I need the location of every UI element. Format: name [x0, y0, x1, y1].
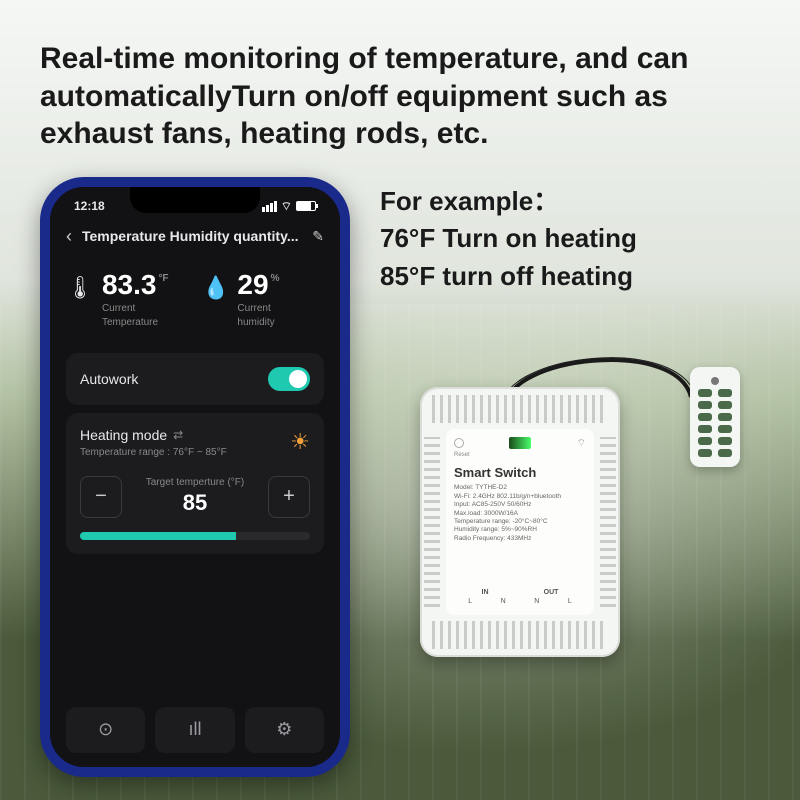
sensor-module	[690, 367, 740, 467]
temperature-metric: 🌡 83.3 °F Current Temperature	[66, 269, 188, 329]
sensor-lens-icon	[711, 377, 719, 385]
thermometer-icon: 🌡	[66, 275, 94, 301]
target-value: 85	[146, 490, 244, 516]
target-progress[interactable]	[80, 532, 310, 540]
example-line1: 76°F Turn on heating	[380, 220, 760, 258]
autowork-toggle[interactable]	[268, 367, 310, 391]
example-line2: 85°F turn off heating	[380, 258, 760, 296]
temperature-label1: Current	[102, 303, 169, 315]
spec-temp: Temperature range: -20°C~80°C	[454, 518, 586, 526]
spec-load: Max.load: 3000W/16A	[454, 510, 586, 518]
autowork-card: Autowork	[66, 353, 324, 405]
app-screen: 12:18 ⌔ ‹ Temperature Humidity quantity.…	[50, 187, 340, 767]
spec-hum: Humidity range: 5%~90%RH	[454, 526, 586, 534]
mode-range: Temperature range : 76°F ~ 85°F	[80, 447, 227, 458]
io-in-l: L	[468, 597, 472, 606]
humidity-unit: %	[271, 273, 280, 284]
autowork-label: Autowork	[80, 371, 138, 387]
headline: Real-time monitoring of temperature, and…	[40, 40, 760, 153]
phone-mockup: 12:18 ⌔ ‹ Temperature Humidity quantity.…	[40, 177, 350, 777]
humidity-metric: 💧 29 % Current humidity	[202, 269, 324, 329]
spec-model: Model: TYTHE-D2	[454, 484, 586, 492]
decrease-button[interactable]: −	[80, 476, 122, 518]
reset-button[interactable]	[454, 438, 464, 448]
spec-input: Input: AC85-250V 50/60Hz	[454, 501, 586, 509]
io-in-n: N	[501, 597, 506, 606]
heating-mode-card: Heating mode ⇄ Temperature range : 76°F …	[66, 413, 324, 554]
bottom-nav: ⊙ ıll ⚙	[66, 707, 324, 753]
temperature-label2: Temperature	[102, 317, 169, 329]
phone-notch	[130, 187, 260, 213]
io-out-n: N	[534, 597, 539, 606]
wifi-icon: ⌔	[281, 199, 292, 214]
io-in: IN	[482, 588, 489, 597]
mode-title: Heating mode	[80, 427, 167, 443]
nav-stats-button[interactable]: ıll	[155, 707, 234, 753]
sun-icon: ☀	[290, 429, 310, 455]
nav-timer-button[interactable]: ⊙	[66, 707, 145, 753]
back-icon[interactable]: ‹	[66, 226, 72, 247]
edit-icon[interactable]: ✎	[312, 228, 324, 245]
io-out: OUT	[544, 588, 559, 597]
page-title: Temperature Humidity quantity...	[82, 228, 302, 244]
status-icons: ⌔	[262, 199, 316, 214]
battery-icon	[296, 201, 316, 211]
status-led-icon	[509, 437, 531, 449]
nav-settings-button[interactable]: ⚙	[245, 707, 324, 753]
signal-icon	[262, 201, 277, 212]
increase-button[interactable]: +	[268, 476, 310, 518]
example-title: For example：	[380, 183, 760, 221]
title-bar: ‹ Temperature Humidity quantity... ✎	[66, 220, 324, 261]
swap-icon[interactable]: ⇄	[173, 428, 183, 442]
target-label: Target temperture (°F)	[146, 477, 244, 488]
reset-label: Reset	[454, 452, 586, 460]
spec-rf: Radio Frequency: 433MHz	[454, 535, 586, 543]
humidity-label2: humidity	[237, 317, 279, 329]
example-text: For example： 76°F Turn on heating 85°F t…	[380, 183, 760, 296]
droplet-icon: 💧	[202, 275, 229, 301]
status-time: 12:18	[74, 199, 105, 214]
device-brand: Smart Switch	[454, 465, 586, 482]
humidity-label1: Current	[237, 303, 279, 315]
smart-switch-device: ⌔ Reset Smart Switch Model: TYTHE-D2 Wi-…	[420, 387, 620, 657]
wifi-icon: ⌔	[577, 437, 586, 450]
temperature-unit: °F	[158, 273, 168, 284]
humidity-value: 29	[237, 269, 268, 301]
temperature-value: 83.3	[102, 269, 157, 301]
spec-wifi: Wi-Fi: 2.4GHz 802.11b/g/n+bluetooth	[454, 493, 586, 501]
io-out-l: L	[568, 597, 572, 606]
